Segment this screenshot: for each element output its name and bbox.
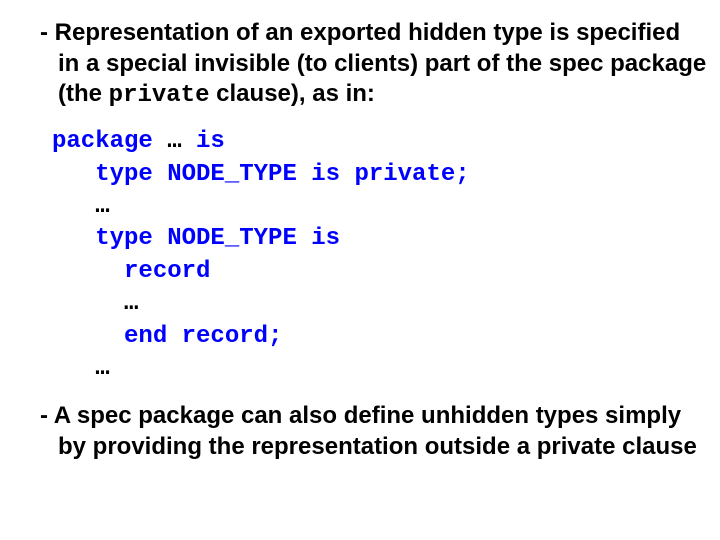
code-l1-a: package <box>52 128 167 155</box>
code-l4: type NODE_TYPE is <box>52 225 340 252</box>
code-l7: end record; <box>52 323 282 350</box>
slide-body: - Representation of an exported hidden t… <box>0 0 720 540</box>
code-l5: record <box>52 258 210 285</box>
code-block: package … is type NODE_TYPE is private; … <box>52 126 708 385</box>
code-l1-ellipsis: … <box>167 128 196 155</box>
bullet-2-dash: - <box>40 402 54 429</box>
bullet-2-text: A spec package can also define unhidden … <box>54 402 697 460</box>
code-l2: type NODE_TYPE is private; <box>52 161 470 188</box>
code-l6: … <box>52 290 138 317</box>
code-l3: … <box>52 193 110 220</box>
bullet-2: - A spec package can also define unhidde… <box>30 401 708 462</box>
bullet-1-dash: - <box>40 19 55 46</box>
code-l1-c: is <box>196 128 225 155</box>
bullet-1-private-kw: private <box>109 82 210 109</box>
code-l8: … <box>52 355 110 382</box>
bullet-1-text-b: clause), as in: <box>210 80 375 107</box>
bullet-1: - Representation of an exported hidden t… <box>30 18 708 112</box>
